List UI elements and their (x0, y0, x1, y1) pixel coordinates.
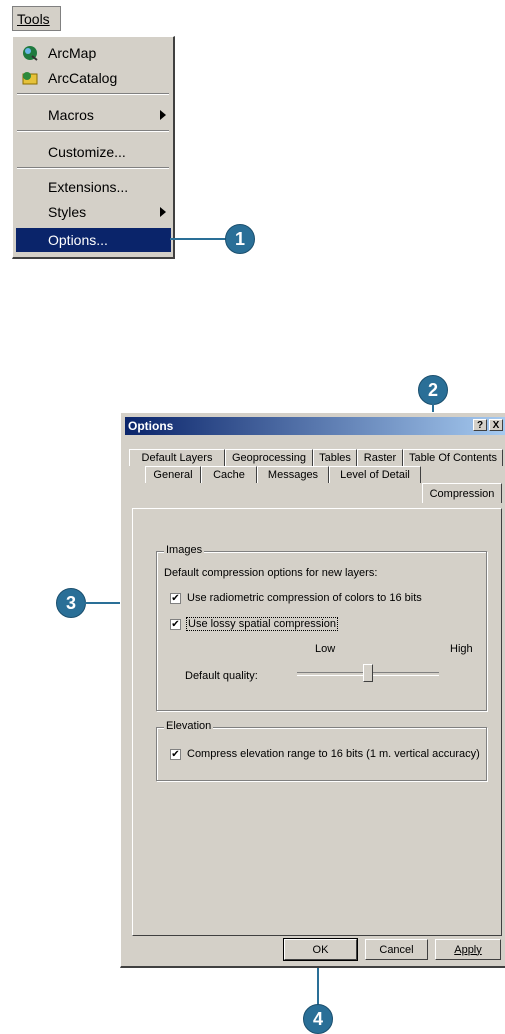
elevation-label[interactable]: Compress elevation range to 16 bits (1 m… (187, 748, 480, 760)
submenu-arrow-icon (160, 110, 166, 120)
tab-label: Level of Detail (340, 469, 410, 481)
images-description: Default compression options for new laye… (164, 567, 378, 579)
apply-label: Apply (454, 943, 482, 956)
apply-button[interactable]: Apply (435, 939, 501, 960)
tab-table-of-contents[interactable]: Table Of Contents (403, 449, 503, 466)
options-dialog: Options ? X Default Layers Geoprocessing… (120, 412, 505, 968)
menu-item-label: Styles (48, 204, 87, 220)
quality-low-label: Low (315, 643, 336, 655)
elevation-group-title: Elevation (164, 720, 214, 732)
menu-item-label: Macros (48, 107, 94, 123)
tools-menu-label: Tools (17, 10, 50, 27)
radiometric-label[interactable]: Use radiometric compression of colors to… (187, 592, 422, 604)
quality-label: Default quality: (185, 670, 258, 682)
callout-4: 4 (303, 1004, 333, 1034)
menu-separator (17, 93, 169, 95)
menu-item-extensions[interactable]: Extensions... (16, 175, 171, 199)
menu-item-macros[interactable]: Macros (16, 103, 171, 127)
check-icon: ✔ (171, 592, 180, 604)
ok-label: OK (312, 943, 329, 956)
tab-label: General (153, 469, 193, 481)
menu-item-label: ArcCatalog (48, 70, 118, 86)
menu-item-styles[interactable]: Styles (16, 200, 171, 224)
elevation-checkbox[interactable]: ✔ (170, 749, 181, 760)
tab-cache[interactable]: Cache (201, 466, 257, 483)
tab-label: Table Of Contents (408, 452, 498, 464)
tab-tables[interactable]: Tables (313, 449, 357, 466)
tab-label: Messages (267, 469, 319, 481)
tab-label: Raster (363, 452, 397, 464)
dialog-titlebar[interactable]: Options ? X (125, 417, 505, 435)
arcmap-icon (23, 46, 38, 61)
close-button[interactable]: X (489, 419, 503, 431)
menu-separator (17, 130, 169, 132)
images-group: Images Default compression options for n… (156, 544, 487, 711)
radiometric-checkbox[interactable]: ✔ (170, 593, 181, 604)
lossy-label[interactable]: Use lossy spatial compression (186, 617, 338, 631)
menu-item-customize[interactable]: Customize... (16, 140, 171, 164)
check-icon: ✔ (171, 748, 180, 760)
tab-label: Default Layers (141, 452, 213, 464)
menu-item-label: Extensions... (48, 179, 129, 195)
menu-item-label: Options... (48, 232, 108, 248)
tab-geoprocessing[interactable]: Geoprocessing (225, 449, 313, 466)
callout-2: 2 (418, 375, 448, 405)
tab-default-layers[interactable]: Default Layers (129, 449, 225, 466)
menu-separator (17, 167, 169, 169)
tools-menu-title[interactable]: Tools (12, 6, 61, 31)
menu-item-label: ArcMap (48, 45, 97, 61)
callout-3: 3 (56, 588, 86, 618)
submenu-arrow-icon (160, 207, 166, 217)
menu-item-label: Customize... (48, 144, 126, 160)
tools-menu: ArcMap ArcCatalog Macros Customize... Ex… (12, 36, 175, 259)
images-group-title: Images (164, 544, 205, 556)
cancel-label: Cancel (379, 943, 414, 956)
tab-label: Tables (319, 452, 351, 464)
callout-1-line (170, 238, 226, 240)
tab-raster[interactable]: Raster (357, 449, 403, 466)
tab-general[interactable]: General (145, 466, 201, 483)
quality-slider-thumb[interactable] (363, 664, 373, 682)
tab-compression[interactable]: Compression (422, 483, 502, 503)
menu-item-arccatalog[interactable]: ArcCatalog (16, 66, 171, 90)
help-button[interactable]: ? (473, 419, 487, 431)
tab-level-of-detail[interactable]: Level of Detail (329, 466, 421, 483)
menu-item-options[interactable]: Options... (16, 228, 171, 252)
tab-label: Cache (213, 469, 245, 481)
elevation-group: Elevation ✔ Compress elevation range to … (156, 720, 487, 781)
check-icon: ✔ (171, 618, 180, 630)
arccatalog-icon (22, 72, 38, 85)
callout-1: 1 (225, 224, 255, 254)
quality-high-label: High (450, 643, 473, 655)
lossy-checkbox[interactable]: ✔ (170, 619, 181, 630)
tab-messages[interactable]: Messages (257, 466, 329, 483)
dialog-title: Options (128, 419, 174, 433)
cancel-button[interactable]: Cancel (365, 939, 428, 960)
menu-item-arcmap[interactable]: ArcMap (16, 41, 171, 65)
tab-label: Geoprocessing (232, 452, 306, 464)
tab-label: Compression (429, 487, 495, 500)
ok-button[interactable]: OK (283, 938, 358, 961)
compression-panel: Images Default compression options for n… (132, 508, 502, 936)
